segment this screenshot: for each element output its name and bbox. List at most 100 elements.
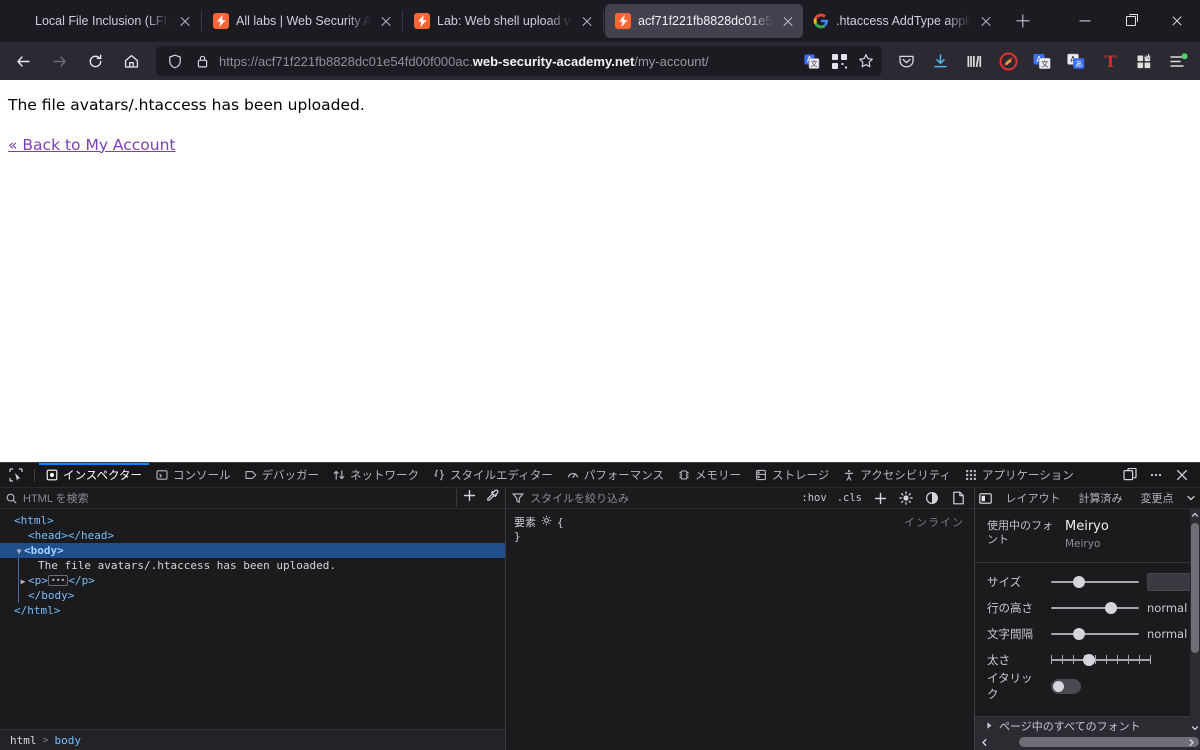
qr-icon[interactable] — [829, 51, 849, 71]
dark-scheme-icon[interactable] — [922, 488, 942, 508]
right-tab-layout[interactable]: レイアウト — [996, 490, 1069, 506]
browser-tab-3[interactable]: Lab: Web shell upload via ext — [404, 4, 602, 38]
tab-close-icon[interactable] — [579, 13, 595, 29]
tab-close-icon[interactable] — [378, 13, 394, 29]
tab-close-icon[interactable] — [177, 13, 193, 29]
element-picker-icon[interactable] — [2, 463, 30, 487]
lock-icon[interactable] — [192, 51, 212, 71]
dom-node-body-close[interactable]: </body> — [0, 588, 505, 603]
maximize-button[interactable] — [1108, 0, 1154, 42]
translate-icon[interactable]: A 文 — [1026, 46, 1058, 76]
add-rule-icon[interactable] — [870, 488, 890, 508]
fonts-vertical-scrollbar[interactable] — [1190, 509, 1200, 734]
devtools-tab-inspector[interactable]: インスペクター — [39, 463, 150, 487]
tab-label: インスペクター — [63, 468, 143, 482]
print-preview-icon[interactable] — [948, 488, 968, 508]
chevron-down-icon[interactable] — [1182, 493, 1200, 503]
library-icon[interactable] — [958, 46, 990, 76]
svg-text:T: T — [1104, 53, 1116, 70]
eyedropper-icon[interactable] — [486, 489, 499, 507]
right-tab-changes[interactable]: 変更点 — [1131, 490, 1182, 506]
h-scroll-thumb[interactable] — [1019, 737, 1199, 747]
devtools-tab-debugger[interactable]: デバッガー — [238, 463, 327, 487]
scroll-up-arrow[interactable] — [1190, 509, 1200, 521]
dock-toggle-icon[interactable] — [1118, 463, 1142, 487]
new-tab-button[interactable] — [1007, 5, 1039, 37]
tab-close-icon[interactable] — [780, 13, 796, 29]
browser-tab-4-active[interactable]: acf71f221fb8828dc01e54fd00 — [605, 4, 803, 38]
breadcrumb-item-body[interactable]: body — [55, 734, 82, 747]
right-tab-computed[interactable]: 計算済み — [1069, 490, 1131, 506]
devtools-tab-console[interactable]: コンソール — [149, 463, 238, 487]
dom-node-head[interactable]: <head></head> — [0, 528, 505, 543]
text-tool-icon[interactable]: T — [1094, 46, 1126, 76]
scroll-left-arrow[interactable] — [977, 734, 991, 750]
devtools-tab-storage[interactable]: ストレージ — [748, 463, 836, 487]
fonts-horizontal-scrollbar[interactable] — [975, 734, 1200, 750]
scroll-thumb[interactable] — [1191, 523, 1199, 653]
minimize-button[interactable] — [1062, 0, 1108, 42]
home-button[interactable] — [114, 46, 148, 76]
devtools-tab-application[interactable]: アプリケーション — [958, 463, 1081, 487]
add-node-icon[interactable] — [463, 489, 476, 507]
extensions-icon[interactable] — [1128, 46, 1160, 76]
dom-node-body-selected[interactable]: ▼ <body> — [0, 543, 505, 558]
dom-node-text[interactable]: The file avatars/.htaccess has been uplo… — [0, 558, 505, 573]
reload-button[interactable] — [78, 46, 112, 76]
cls-button[interactable]: .cls — [835, 492, 864, 504]
close-window-button[interactable] — [1154, 0, 1200, 42]
line-height-slider[interactable] — [1051, 601, 1139, 615]
devtools-tab-performance[interactable]: パフォーマンス — [560, 463, 671, 487]
rule-selector[interactable]: 要素 — [514, 514, 536, 530]
downloads-icon[interactable] — [924, 46, 956, 76]
collapsed-content-icon[interactable]: ••• — [47, 575, 69, 586]
tab-close-icon[interactable] — [978, 13, 994, 29]
back-to-my-account-link[interactable]: « Back to My Account — [8, 136, 176, 154]
letter-spacing-value[interactable]: normal — [1147, 627, 1187, 641]
twisty-expanded-icon[interactable]: ▼ — [14, 544, 24, 559]
breadcrumb-item-html[interactable]: html — [10, 734, 37, 747]
hov-button[interactable]: :hov — [799, 492, 828, 504]
style-filter-input[interactable]: スタイルを絞り込み — [530, 490, 793, 506]
japanese-translate-icon[interactable]: A あ — [1060, 46, 1092, 76]
rule-gear-icon[interactable] — [541, 515, 552, 529]
dom-search-input[interactable]: HTML を検索 — [23, 490, 450, 506]
adblock-disabled-icon[interactable] — [992, 46, 1024, 76]
devtools-tab-style-editor[interactable]: スタイルエディター — [426, 463, 560, 487]
browser-tab-2[interactable]: All labs | Web Security Acade — [203, 4, 401, 38]
dom-node-p[interactable]: ▶ <p> ••• </p> — [0, 573, 505, 588]
letter-spacing-slider[interactable] — [1051, 627, 1139, 641]
line-height-value[interactable]: normal — [1147, 601, 1187, 615]
url-bar[interactable]: https://acf71f221fb8828dc01e54fd00f000ac… — [156, 46, 882, 76]
all-fonts-section[interactable]: ページ中のすべてのフォント — [975, 716, 1200, 734]
font-weight-slider[interactable] — [1051, 653, 1151, 667]
dom-node-html[interactable]: <html> — [0, 513, 505, 528]
back-button[interactable] — [6, 46, 40, 76]
dom-node-html-close[interactable]: </html> — [0, 603, 505, 618]
light-scheme-icon[interactable] — [896, 488, 916, 508]
translate-page-icon[interactable]: A 文 — [802, 51, 822, 71]
shield-icon[interactable] — [165, 51, 185, 71]
node-tag: <head></head> — [28, 529, 115, 542]
node-tag-close: </p> — [68, 574, 95, 587]
browser-tab-5[interactable]: .htaccess AddType application — [803, 4, 1001, 38]
scroll-right-arrow[interactable] — [1184, 734, 1198, 750]
rule-source-label[interactable]: インライン — [904, 514, 964, 530]
scroll-down-arrow[interactable] — [1190, 722, 1200, 734]
font-size-slider[interactable] — [1051, 575, 1139, 589]
dom-tree[interactable]: <html> <head></head> ▼ <body> The file av… — [0, 509, 505, 729]
more-options-icon[interactable] — [1144, 463, 1168, 487]
italic-toggle[interactable] — [1051, 678, 1081, 694]
devtools-tab-network[interactable]: ネットワーク — [326, 463, 426, 487]
close-devtools-icon[interactable] — [1170, 463, 1194, 487]
app-menu-icon[interactable] — [1162, 46, 1194, 76]
devtools-tab-accessibility[interactable]: アクセシビリティ — [836, 463, 958, 487]
twisty-collapsed-icon[interactable]: ▶ — [18, 574, 28, 589]
browser-tab-1[interactable]: Local File Inclusion (LFI) — Web A — [2, 4, 200, 38]
pocket-icon[interactable] — [890, 46, 922, 76]
bookmark-star-icon[interactable] — [856, 51, 876, 71]
url-text[interactable]: https://acf71f221fb8828dc01e54fd00f000ac… — [219, 54, 795, 69]
fonts-icon[interactable] — [975, 488, 996, 509]
twisty-collapsed-icon[interactable] — [985, 721, 994, 730]
devtools-tab-memory[interactable]: メモリー — [671, 463, 748, 487]
